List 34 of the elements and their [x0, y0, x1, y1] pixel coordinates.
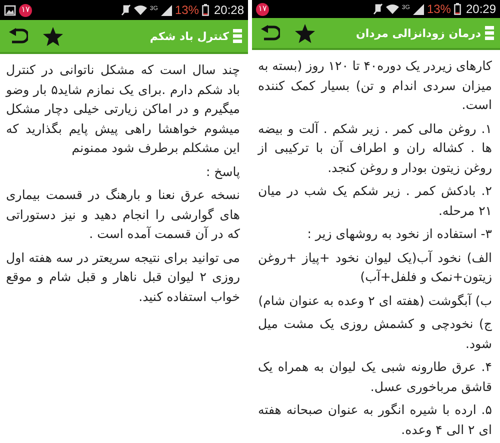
article-paragraph: ۵. ارده با شیره انگور به عنوان صبحانه هفته ای ۲ الی ۴ وعده. — [258, 401, 492, 439]
article-paragraph: ب) آبگوشت (هفته ای ۲ وعده به عنوان شام) — [258, 292, 492, 310]
article-paragraph: چند سال است که مشکل ناتوانی در کنترل باد شکم دارم .برای یک نمازم شاید۵ بار وضو میگیرم و در اماکن زیارتی خیلی دچار مشکل میشوم خواهشا راهی پیش پایم بگذارید که این مشکلم برطرف شود ممنونم — [6, 61, 240, 157]
mute-icon — [372, 3, 383, 16]
battery-icon — [202, 4, 209, 16]
wifi-icon — [386, 4, 399, 14]
star-icon[interactable] — [42, 26, 64, 46]
battery-percent: 13% — [174, 3, 199, 17]
back-icon[interactable] — [260, 25, 280, 42]
mute-icon — [120, 4, 131, 16]
article-paragraph: ۱. روغن مالی کمر . زیر شکم . آلت و بیضه ها . کشاله ران و اطراف آن با ترکیبی از روغن زیتون بودار و روغن کنجد. — [258, 120, 492, 177]
screen-title: درمان زودانزالی مردان — [356, 26, 481, 40]
signal-icon — [412, 4, 424, 15]
star-icon[interactable] — [294, 22, 316, 44]
clock: 20:29 — [466, 2, 496, 16]
back-icon[interactable] — [8, 28, 28, 44]
article-paragraph: کارهای زیردر یک دوره۴۰ تا ۱۲۰ روز (بسته به میزان سردی اندام و تن) بسیار کمک کننده است. — [258, 57, 492, 114]
article-paragraph: ج) نخودچی و کشمش روزی یک مشت میل شود. — [258, 315, 492, 353]
battery-percent: 13% — [426, 2, 451, 16]
article-paragraph: ۴. عرق طارونه شبی یک لیوان به همراه یک قاشق مرباخوری عسل. — [258, 358, 492, 396]
notification-badge: ۱۷ — [256, 2, 269, 16]
signal-icon — [160, 4, 172, 16]
article-paragraph: نسخه عرق نعنا و بارهنگ در قسمت بیماری های گوارشی را انجام دهید و نیز دستوراتی که در آن قسمت آمده است . — [6, 186, 240, 243]
article-paragraph: الف) نخود آب(یک لیوان نخود +پیاز +روغن زیتون+نمک و فلفل+آب) — [258, 248, 492, 286]
battery-icon — [454, 3, 461, 16]
image-icon — [4, 4, 16, 16]
article-paragraph: ۲. بادکش کمر . زیر شکم یک شب در میان ۲۱ مرحله. — [258, 182, 492, 220]
clock: 20:28 — [214, 3, 244, 17]
notification-badge: ۱۷ — [19, 4, 32, 16]
article-paragraph: می توانید برای نتیجه سریعتر در سه هفته اول روزی ۲ لیوان قبل ناهار و قبل شام و موقع خواب استفاده کنید. — [6, 248, 240, 306]
article-paragraph: پاسخ : — [204, 162, 240, 181]
wifi-icon — [134, 5, 147, 15]
screen-title: کنترل باد شکم — [150, 30, 229, 42]
article-paragraph: ۳- استفاده از نخود به روشهای زیر : — [306, 225, 492, 243]
